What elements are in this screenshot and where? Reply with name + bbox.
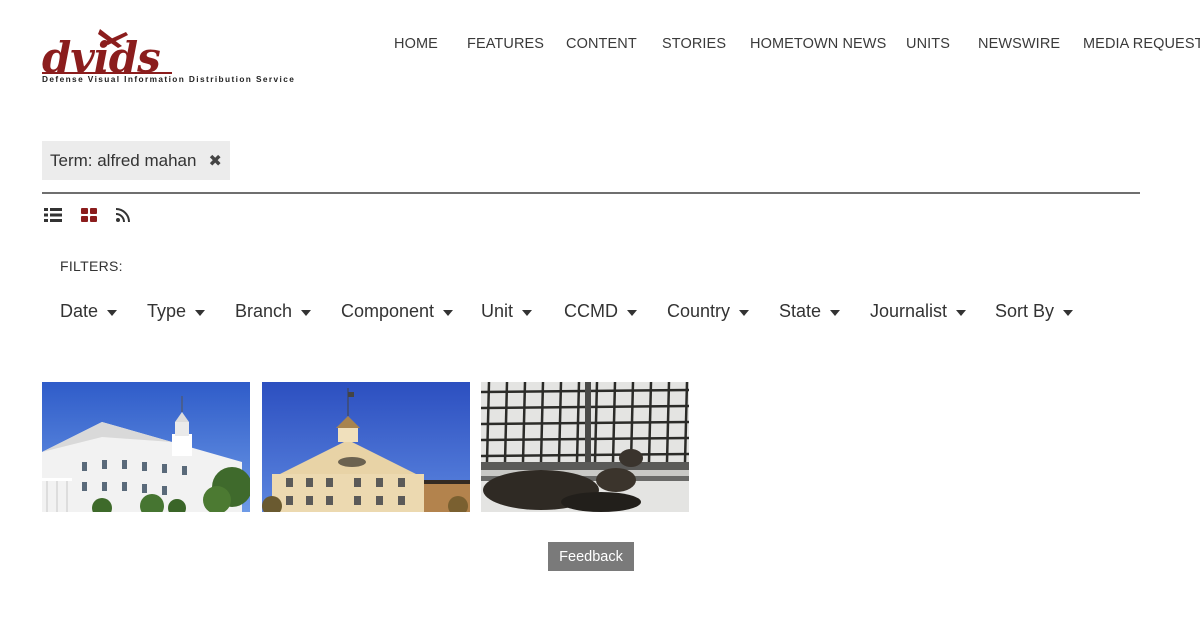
caret-down-icon [627, 309, 637, 316]
filter-branch[interactable]: Branch [235, 301, 312, 322]
nav-features[interactable]: FEATURES [467, 36, 544, 52]
result-thumbnail-2[interactable] [262, 382, 470, 512]
feedback-button[interactable]: Feedback [548, 542, 634, 571]
nav-media-requests[interactable]: MEDIA REQUESTS [1083, 36, 1200, 52]
grid-view-icon[interactable] [81, 208, 97, 227]
caret-down-icon [1063, 309, 1074, 316]
nav-newswire[interactable]: NEWSWIRE [978, 36, 1060, 52]
close-icon[interactable]: ✖ [208, 151, 221, 171]
filter-component[interactable]: Component [341, 301, 454, 322]
list-view-icon[interactable] [44, 208, 62, 227]
filter-country[interactable]: Country [667, 301, 750, 322]
filter-sort-by[interactable]: Sort By [995, 301, 1074, 322]
nav-units[interactable]: UNITS [906, 36, 950, 52]
result-thumbnail-3[interactable] [481, 382, 689, 512]
caret-down-icon [739, 309, 750, 316]
caret-down-icon [522, 309, 533, 316]
caret-down-icon [195, 309, 206, 316]
logo-tagline: Defense Visual Information Distribution … [42, 74, 295, 84]
filter-date[interactable]: Date [60, 301, 118, 322]
dvids-logo[interactable]: dvids Defense Visual Information Distrib… [42, 26, 342, 88]
caret-down-icon [301, 309, 312, 316]
caret-down-icon [830, 309, 841, 316]
filter-type[interactable]: Type [147, 301, 206, 322]
search-divider [42, 192, 1140, 194]
rss-icon[interactable] [115, 208, 130, 227]
nav-hometown-news[interactable]: HOMETOWN NEWS [750, 36, 886, 52]
filter-journalist[interactable]: Journalist [870, 301, 967, 322]
nav-content[interactable]: CONTENT [566, 36, 637, 52]
filters-label: FILTERS: [60, 258, 123, 274]
filter-unit[interactable]: Unit [481, 301, 533, 322]
nav-stories[interactable]: STORIES [662, 36, 726, 52]
caret-down-icon [956, 309, 967, 316]
search-term-label: Term: alfred mahan [50, 150, 197, 170]
result-thumbnail-1[interactable] [42, 382, 250, 512]
nav-home[interactable]: HOME [394, 36, 438, 52]
search-term-chip: Term: alfred mahan ✖ [42, 141, 230, 180]
filter-state[interactable]: State [779, 301, 841, 322]
filter-ccmd[interactable]: CCMD [564, 301, 637, 322]
caret-down-icon [107, 309, 118, 316]
main-nav: HOME FEATURES CONTENT STORIES HOMETOWN N… [394, 36, 1200, 56]
caret-down-icon [443, 309, 454, 316]
